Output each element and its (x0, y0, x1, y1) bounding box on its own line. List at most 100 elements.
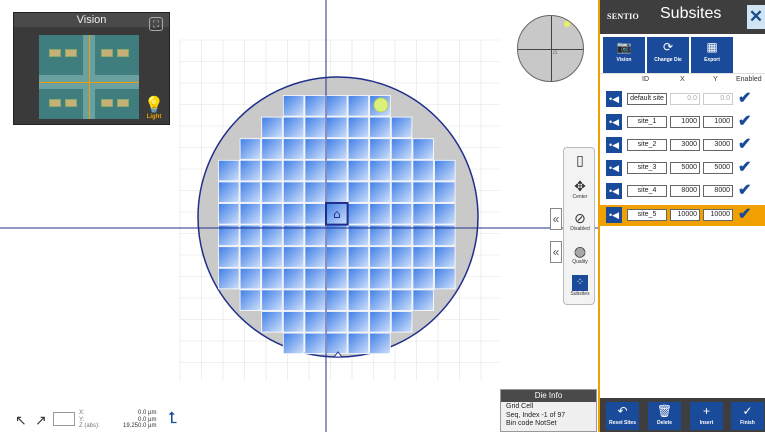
collapse-button-1[interactable]: « (550, 208, 562, 230)
site-row[interactable]: •◀ default site 0.0 0.0 ✔ (600, 89, 765, 110)
site-x-field[interactable]: 8000 (670, 185, 700, 197)
die-cell (412, 267, 434, 290)
subsites-panel: SENTIO Subsites ✕ 📷 Vision ⟳ Change Die … (598, 0, 765, 432)
die-cell (347, 116, 370, 139)
site-id-field[interactable]: site_1 (627, 116, 667, 128)
vision-panel: Vision ⛶ 💡 Light (13, 12, 170, 125)
die-cell (326, 159, 348, 182)
die-cell (304, 311, 326, 333)
trash-icon: 🗑 (656, 404, 673, 418)
site-y-field[interactable]: 10000 (703, 209, 733, 221)
site-x-field[interactable]: 10000 (670, 209, 700, 221)
enabled-checkbox[interactable]: ✔ (738, 90, 754, 108)
die-cell (434, 203, 456, 225)
quality-button[interactable]: ◍ Quality (566, 243, 594, 265)
die-cell (434, 267, 456, 290)
collapse-button-2[interactable]: « (550, 241, 562, 263)
export-button[interactable]: ▦ Export (691, 37, 733, 73)
goto-site-icon[interactable]: •◀ (606, 160, 622, 176)
die-cell (390, 159, 413, 182)
enabled-checkbox[interactable]: ✔ (738, 136, 754, 154)
center-arrows-icon: ✥ (574, 178, 586, 194)
die-cell (282, 181, 305, 203)
insert-button[interactable]: + Insert (690, 402, 723, 430)
wafer-minimap[interactable]: ⌂ (517, 15, 584, 82)
site-row[interactable]: •◀ site_3 5000 5000 ✔ (600, 158, 765, 179)
site-y-field[interactable]: 8000 (703, 185, 733, 197)
panel-toolbar: 📷 Vision ⟳ Change Die ▦ Export (600, 34, 765, 74)
site-row[interactable]: •◀ site_1 1000 1000 ✔ (600, 112, 765, 133)
die-cell (239, 289, 262, 311)
die-cell (347, 138, 370, 160)
die-cell (282, 138, 305, 160)
site-id-field[interactable]: site_3 (627, 162, 667, 174)
site-row[interactable]: •◀ site_4 8000 8000 ✔ (600, 181, 765, 202)
rotate-left-icon[interactable]: ↖ (15, 412, 27, 429)
subsites-button[interactable]: ⁘ Subsites (566, 275, 594, 297)
die-cell (326, 138, 348, 160)
column-icon: ▯ (576, 152, 584, 168)
site-x-field[interactable]: 1000 (670, 116, 700, 128)
die-info-bin-code: Bin code NotSet (506, 420, 557, 427)
home-die-icon: ⌂ (333, 207, 341, 221)
change-die-button[interactable]: ⟳ Change Die (647, 37, 689, 73)
site-row[interactable]: •◀ site_2 3000 3000 ✔ (600, 135, 765, 156)
light-button[interactable]: 💡 Light (143, 98, 165, 121)
die-info-grid-cell: Grid Cell (506, 403, 534, 410)
check-icon: ✓ (742, 404, 753, 418)
panel-title: Subsites (660, 5, 722, 22)
map-tools-strip: ▯ ✥ Center ⊘ Disabled ◍ Quality ⁘ Subsit… (563, 147, 595, 305)
grid-view-icon[interactable] (53, 412, 75, 426)
home-die-button[interactable]: ⮤ (168, 410, 184, 428)
site-row[interactable]: •◀ site_5 10000 10000 ✔ (600, 205, 765, 226)
die-cell (326, 311, 348, 333)
col-enabled: Enabled (736, 76, 762, 83)
die-cell (390, 138, 413, 160)
die-cell (369, 332, 391, 355)
enabled-checkbox[interactable]: ✔ (738, 159, 754, 177)
close-icon[interactable]: ✕ (747, 5, 765, 29)
die-cell (282, 267, 305, 290)
die-cell (412, 159, 434, 182)
die-cell (326, 181, 348, 203)
site-y-field[interactable]: 1000 (703, 116, 733, 128)
col-y: Y (713, 76, 718, 83)
goto-site-icon[interactable]: •◀ (606, 137, 622, 153)
goto-site-icon[interactable]: •◀ (606, 183, 622, 199)
die-cell (304, 267, 326, 290)
site-x-field[interactable]: 5000 (670, 162, 700, 174)
center-button[interactable]: ✥ Center (566, 178, 594, 200)
goto-site-icon[interactable]: •◀ (606, 114, 622, 130)
goto-site-icon[interactable]: •◀ (606, 207, 622, 223)
wafer-map-view[interactable]: ⌂ Vision ⛶ 💡 Light ⌂ « « ▯ ✥ Center ⊘ Di… (0, 0, 598, 432)
disabled-button[interactable]: ⊘ Disabled (566, 210, 594, 232)
die-cell (369, 181, 391, 203)
expand-icon[interactable]: ⛶ (149, 17, 163, 31)
rotate-right-icon[interactable]: ↗ (35, 412, 47, 429)
site-id-field[interactable]: site_5 (627, 209, 667, 221)
vision-button[interactable]: 📷 Vision (603, 37, 645, 73)
site-x-field[interactable]: 3000 (670, 139, 700, 151)
die-cell (239, 203, 262, 225)
die-cell (261, 116, 283, 139)
finish-button[interactable]: ✓ Finish (731, 402, 764, 430)
die-cell (412, 181, 434, 203)
die-cell (369, 246, 391, 268)
site-y-field[interactable]: 5000 (703, 162, 733, 174)
die-cell (390, 289, 413, 311)
enabled-checkbox[interactable]: ✔ (738, 113, 754, 131)
site-id-field[interactable]: site_2 (627, 139, 667, 151)
die-cell (261, 311, 283, 333)
column-view-button[interactable]: ▯ (566, 152, 594, 168)
enabled-checkbox[interactable]: ✔ (738, 182, 754, 200)
enabled-checkbox[interactable]: ✔ (738, 206, 754, 224)
site-id-field[interactable]: site_4 (627, 185, 667, 197)
site-y-field[interactable]: 3000 (703, 139, 733, 151)
reset-sites-button[interactable]: ↶ Reset Sites (606, 402, 639, 430)
delete-button[interactable]: 🗑 Delete (648, 402, 681, 430)
minimap-home-icon: ⌂ (553, 49, 558, 56)
die-cell (434, 246, 456, 268)
goto-site-icon[interactable]: •◀ (606, 91, 622, 107)
die-cell (369, 203, 391, 225)
die-cell (218, 203, 240, 225)
